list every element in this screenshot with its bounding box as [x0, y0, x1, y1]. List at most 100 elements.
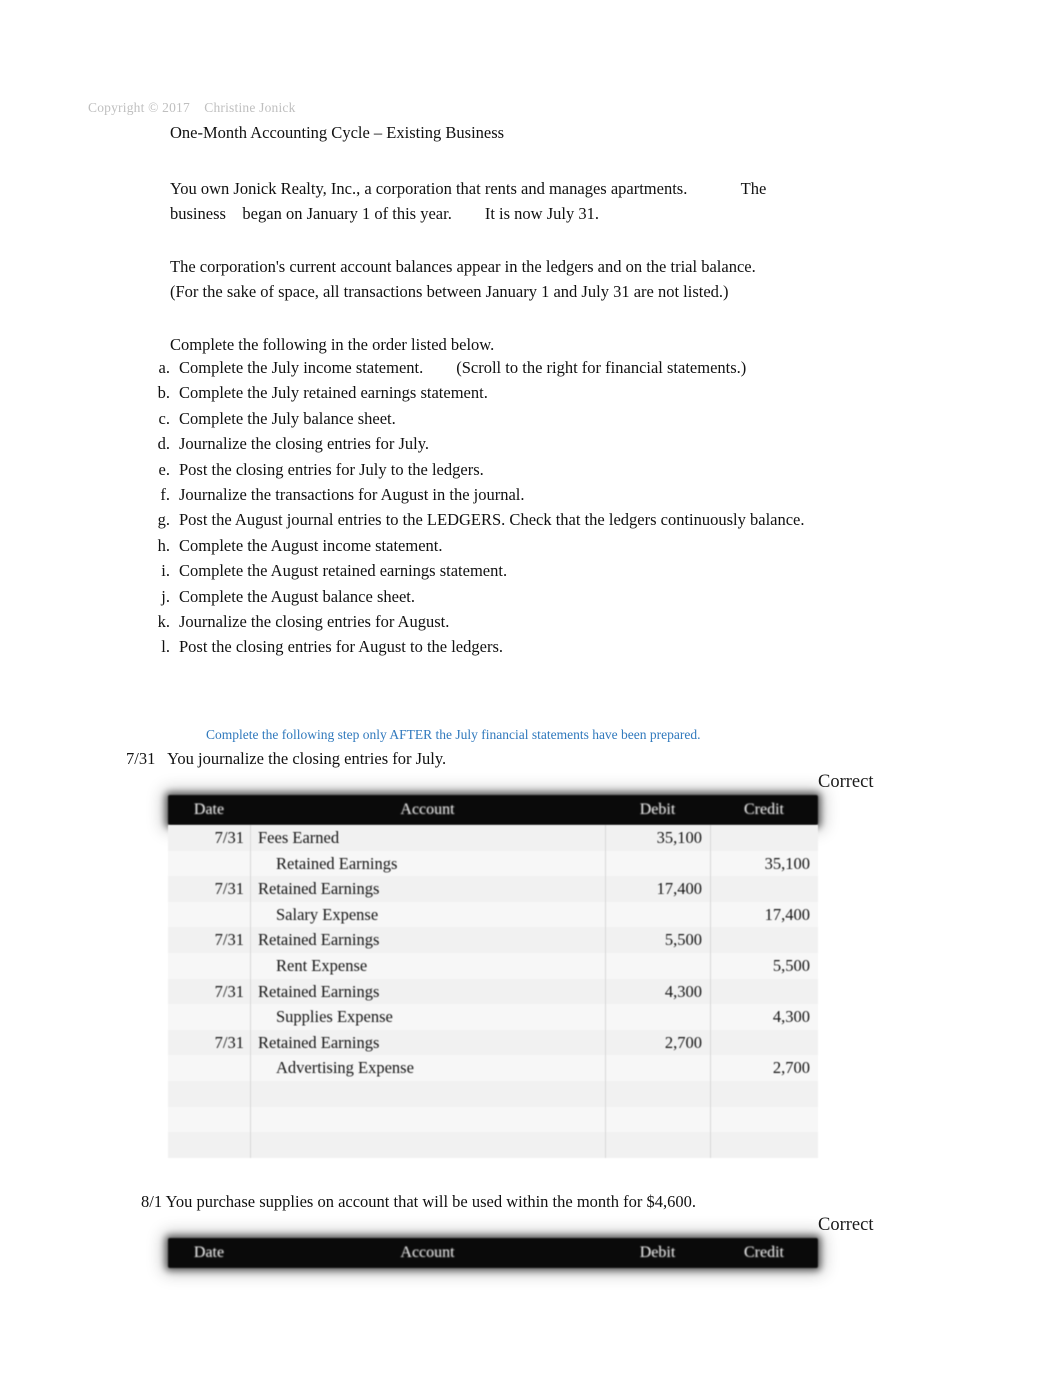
list-item-marker: g.: [157, 510, 170, 530]
table-row[interactable]: [168, 1132, 818, 1158]
list-item-label: Post the closing entries for August to t…: [179, 637, 503, 657]
column-header-account: Account: [400, 1244, 455, 1261]
status-badge-august: Correct: [818, 1215, 874, 1235]
cell-credit[interactable]: [710, 979, 818, 1005]
list-item-label: Journalize the closing entries for July.: [179, 434, 430, 454]
cell-debit[interactable]: [605, 1081, 710, 1107]
balances-paragraph: The corporation's current account balanc…: [170, 257, 756, 301]
table-row[interactable]: Supplies Expense 4,300: [168, 1004, 818, 1030]
cell-date[interactable]: [168, 1107, 250, 1133]
cell-account[interactable]: Fees Earned: [250, 825, 608, 851]
cell-credit[interactable]: 35,100: [710, 851, 818, 877]
list-item-marker: d.: [157, 434, 170, 454]
cell-credit[interactable]: [710, 1107, 818, 1133]
list-item-marker: c.: [158, 408, 170, 428]
table-row[interactable]: 7/31 Retained Earnings 17,400: [168, 876, 818, 902]
cell-credit[interactable]: [710, 1030, 818, 1056]
document-page: Copyright © 2017 Christine Jonick One-Mo…: [0, 0, 1062, 1377]
august-journal-header-row: Date Account Debit Credit: [168, 1238, 818, 1268]
cell-account[interactable]: Retained Earnings: [250, 851, 626, 877]
cell-date[interactable]: [168, 851, 250, 877]
cell-credit[interactable]: 2,700: [710, 1055, 818, 1081]
list-item: e. Post the closing entries for July to t…: [132, 460, 962, 485]
table-row[interactable]: 7/31 Retained Earnings 4,300: [168, 978, 818, 1005]
table-row[interactable]: 7/31 Retained Earnings 5,500: [168, 927, 818, 953]
cell-account[interactable]: Advertising Expense: [250, 1055, 626, 1081]
task-list: a. Complete the July income statement. (S…: [132, 358, 962, 663]
table-row[interactable]: Salary Expense 17,400: [168, 901, 818, 928]
list-item-label: Post the closing entries for July to the…: [179, 459, 484, 479]
cell-debit[interactable]: 2,700: [605, 1030, 710, 1056]
cell-credit[interactable]: [710, 1081, 818, 1107]
table-row[interactable]: 7/31 Retained Earnings 2,700: [168, 1029, 818, 1056]
list-item: h. Complete the August income statement.: [132, 536, 962, 561]
cell-credit[interactable]: [710, 1132, 818, 1158]
cell-debit[interactable]: 4,300: [605, 979, 710, 1005]
page-title: One-Month Accounting Cycle – Existing Bu…: [170, 123, 505, 142]
blue-instruction-note: Complete the following step only AFTER t…: [206, 727, 701, 742]
cell-date[interactable]: [168, 1004, 250, 1030]
list-item-label: Complete the August balance sheet.: [179, 586, 415, 606]
cell-debit[interactable]: [605, 1132, 710, 1158]
cell-account[interactable]: Retained Earnings: [250, 876, 608, 902]
table-row[interactable]: [168, 1080, 818, 1107]
list-item: l. Post the closing entries for August to…: [132, 637, 962, 662]
cell-credit[interactable]: 5,500: [710, 953, 818, 979]
cell-debit[interactable]: 17,400: [605, 876, 710, 902]
cell-date[interactable]: [168, 902, 250, 928]
cell-account[interactable]: Supplies Expense: [250, 1004, 626, 1030]
cell-debit[interactable]: [605, 851, 710, 877]
table-row[interactable]: Rent Expense 5,500: [168, 952, 818, 979]
list-item-label: Post the August journal entries to the L…: [179, 510, 805, 530]
cell-debit[interactable]: [605, 1004, 710, 1030]
cell-account[interactable]: Retained Earnings: [250, 927, 608, 953]
status-badge-july: Correct: [818, 772, 874, 792]
list-item: c. Complete the July balance sheet.: [132, 409, 962, 434]
cell-credit[interactable]: 17,400: [710, 902, 818, 928]
cell-account[interactable]: Retained Earnings: [250, 1030, 608, 1056]
list-item-marker: i.: [161, 561, 170, 581]
cell-date[interactable]: [168, 1132, 250, 1158]
cell-date[interactable]: 7/31: [168, 979, 250, 1005]
table-row[interactable]: [168, 1106, 818, 1133]
list-item: i. Complete the August retained earnings …: [132, 561, 962, 586]
column-header-credit: Credit: [744, 801, 784, 818]
cell-date[interactable]: 7/31: [168, 1030, 250, 1056]
august-journal-table: Date Account Debit Credit: [168, 1238, 818, 1268]
list-item: j. Complete the August balance sheet.: [132, 587, 962, 612]
cell-credit[interactable]: [710, 876, 818, 902]
cell-credit[interactable]: [710, 825, 818, 851]
cell-debit[interactable]: [605, 1055, 710, 1081]
cell-credit[interactable]: [710, 927, 818, 953]
cell-debit[interactable]: 5,500: [605, 927, 710, 953]
cell-account[interactable]: [250, 1107, 608, 1133]
cell-date[interactable]: 7/31: [168, 927, 250, 953]
table-row[interactable]: Advertising Expense 2,700: [168, 1055, 818, 1081]
cell-debit[interactable]: [605, 902, 710, 928]
table-row[interactable]: 7/31 Fees Earned 35,100: [168, 825, 818, 851]
cell-debit[interactable]: 35,100: [605, 825, 710, 851]
cell-account[interactable]: Retained Earnings: [250, 979, 608, 1005]
cell-debit[interactable]: [605, 1107, 710, 1133]
list-item-marker: j.: [161, 586, 170, 606]
list-item-marker: a.: [158, 358, 170, 377]
cell-date[interactable]: 7/31: [168, 825, 250, 851]
cell-debit[interactable]: [605, 953, 710, 979]
table-row[interactable]: Retained Earnings 35,100: [168, 850, 818, 877]
list-item-label: Complete the August income statement.: [179, 535, 443, 555]
cell-account[interactable]: Rent Expense: [250, 953, 626, 979]
cell-date[interactable]: [168, 1081, 250, 1107]
cell-date[interactable]: 7/31: [168, 876, 250, 902]
cell-date[interactable]: [168, 953, 250, 979]
cell-account[interactable]: [250, 1081, 608, 1107]
cell-credit[interactable]: 4,300: [710, 1004, 818, 1030]
column-header-date: Date: [193, 801, 225, 818]
list-item-label: Complete the July balance sheet.: [179, 408, 396, 428]
list-item-label: Journalize the closing entries for Augus…: [179, 611, 450, 631]
cell-account[interactable]: Salary Expense: [250, 902, 626, 928]
cell-date[interactable]: [168, 1055, 250, 1081]
copyright-notice: Copyright © 2017 Christine Jonick: [88, 100, 296, 115]
cell-account[interactable]: [250, 1132, 608, 1158]
july-transaction-prompt: 7/31 You journalize the closing entries …: [126, 749, 447, 768]
list-item-marker: h.: [157, 535, 170, 555]
